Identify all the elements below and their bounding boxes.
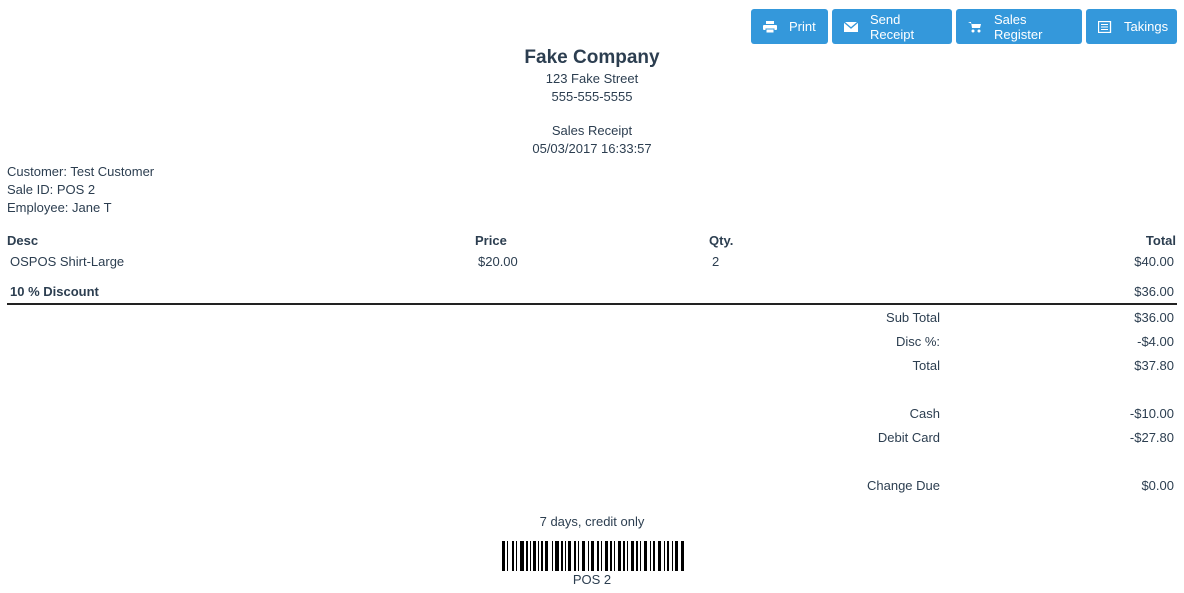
send-receipt-label: Send Receipt [870,11,915,42]
sales-register-label: Sales Register [994,11,1043,42]
takings-label: Takings [1124,19,1169,34]
disc-label: Disc %: [895,334,940,349]
envelope-icon [844,20,858,33]
discount-total: $36.00 [1134,284,1174,299]
print-label: Print [789,19,816,34]
company-header: Fake Company 123 Fake Street 555-555-555… [0,46,1184,106]
change-due-label: Change Due [867,478,940,493]
return-policy: 7 days, credit only [539,514,645,529]
header-qty: Qty. [709,233,734,248]
subtotal-value: $36.00 [1134,310,1174,325]
item-total: $40.00 [1134,254,1174,269]
receipt-toolbar: Print Send Receipt Sales Register Taking… [751,9,1177,44]
header-desc: Desc [7,233,39,248]
cash-label: Cash [909,406,940,421]
disc-value: -$4.00 [1137,334,1174,349]
customer-info: Customer: Test Customer Sale ID: POS 2 E… [7,163,154,217]
cart-icon [968,21,982,33]
send-receipt-button[interactable]: Send Receipt [832,9,952,44]
debit-card-label: Debit Card [877,430,940,445]
employee-name: Employee: Jane T [7,200,112,215]
header-price: Price [475,233,507,248]
cash-value: -$10.00 [1129,406,1174,421]
company-phone: 555-555-5555 [551,89,633,104]
change-due-value: $0.00 [1141,478,1174,493]
receipt-heading: Sales Receipt 05/03/2017 16:33:57 [0,122,1184,158]
subtotal-label: Sub Total [886,310,940,325]
debit-card-value: -$27.80 [1129,430,1174,445]
totals-divider [7,303,1177,305]
item-price: $20.00 [478,254,518,269]
barcode-image [502,541,684,571]
total-label: Total [912,358,940,373]
receipt-datetime: 05/03/2017 16:33:57 [532,141,652,156]
sales-register-button[interactable]: Sales Register [956,9,1082,44]
print-button[interactable]: Print [751,9,828,44]
company-name: Fake Company [524,47,660,68]
list-icon [1098,20,1112,33]
item-qty: 2 [712,254,720,269]
company-address: 123 Fake Street [545,71,639,86]
barcode-text: POS 2 [572,572,612,587]
total-value: $37.80 [1134,358,1174,373]
takings-button[interactable]: Takings [1086,9,1177,44]
customer-name: Customer: Test Customer [7,164,155,179]
item-desc: OSPOS Shirt-Large [10,254,125,269]
sale-id: Sale ID: POS 2 [7,182,96,197]
print-icon [763,20,777,33]
discount-label: 10 % Discount [10,284,99,299]
receipt-title: Sales Receipt [551,123,633,138]
header-total: Total [1145,233,1176,248]
